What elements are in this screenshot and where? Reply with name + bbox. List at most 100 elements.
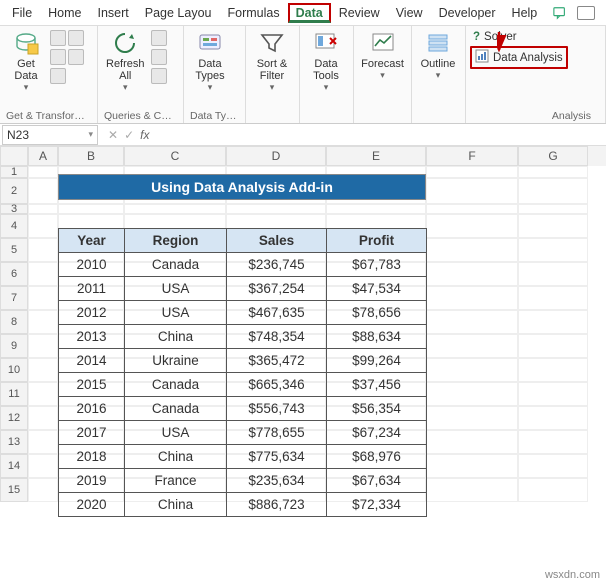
cell[interactable] bbox=[426, 430, 518, 454]
solver-button[interactable]: ? Solver bbox=[470, 30, 520, 44]
table-cell[interactable]: China bbox=[125, 493, 227, 517]
cell[interactable] bbox=[28, 406, 58, 430]
table-cell[interactable]: $78,656 bbox=[327, 301, 427, 325]
table-cell[interactable]: $99,264 bbox=[327, 349, 427, 373]
cell[interactable] bbox=[426, 310, 518, 334]
cell[interactable] bbox=[518, 454, 588, 478]
cell[interactable] bbox=[518, 166, 588, 178]
cell[interactable] bbox=[28, 166, 58, 178]
cell[interactable] bbox=[426, 204, 518, 214]
table-cell[interactable]: 2019 bbox=[59, 469, 125, 493]
table-cell[interactable]: 2013 bbox=[59, 325, 125, 349]
row-header[interactable]: 2 bbox=[0, 178, 28, 204]
row-header[interactable]: 12 bbox=[0, 406, 28, 430]
row-header[interactable]: 6 bbox=[0, 262, 28, 286]
tab-review[interactable]: Review bbox=[331, 3, 388, 23]
table-cell[interactable]: Ukraine bbox=[125, 349, 227, 373]
cell[interactable] bbox=[518, 358, 588, 382]
table-cell[interactable]: $47,534 bbox=[327, 277, 427, 301]
tab-data[interactable]: Data bbox=[288, 3, 331, 23]
cell[interactable] bbox=[28, 262, 58, 286]
cell[interactable] bbox=[426, 382, 518, 406]
cell[interactable] bbox=[28, 238, 58, 262]
table-cell[interactable]: 2020 bbox=[59, 493, 125, 517]
cell[interactable] bbox=[518, 286, 588, 310]
cell[interactable] bbox=[28, 430, 58, 454]
table-cell[interactable]: $665,346 bbox=[227, 373, 327, 397]
table-cell[interactable]: $775,634 bbox=[227, 445, 327, 469]
row-header[interactable]: 8 bbox=[0, 310, 28, 334]
table-cell[interactable]: $68,976 bbox=[327, 445, 427, 469]
cell[interactable] bbox=[426, 334, 518, 358]
comments-icon[interactable] bbox=[549, 2, 571, 24]
tab-insert[interactable]: Insert bbox=[90, 3, 137, 23]
confirm-icon[interactable]: ✓ bbox=[124, 128, 134, 142]
tab-help[interactable]: Help bbox=[504, 3, 546, 23]
cell[interactable] bbox=[28, 204, 58, 214]
cell[interactable] bbox=[518, 310, 588, 334]
cell[interactable] bbox=[518, 382, 588, 406]
cell[interactable] bbox=[518, 178, 588, 204]
cell[interactable] bbox=[28, 358, 58, 382]
table-cell[interactable]: $748,354 bbox=[227, 325, 327, 349]
table-cell[interactable]: USA bbox=[125, 421, 227, 445]
table-cell[interactable]: China bbox=[125, 445, 227, 469]
cell[interactable] bbox=[518, 262, 588, 286]
table-cell[interactable]: 2012 bbox=[59, 301, 125, 325]
col-header[interactable]: A bbox=[28, 146, 58, 166]
cell[interactable] bbox=[518, 238, 588, 262]
table-cell[interactable]: Canada bbox=[125, 253, 227, 277]
table-cell[interactable]: Canada bbox=[125, 397, 227, 421]
cell[interactable] bbox=[28, 334, 58, 358]
cell[interactable] bbox=[518, 334, 588, 358]
table-cell[interactable]: 2015 bbox=[59, 373, 125, 397]
row-header[interactable]: 10 bbox=[0, 358, 28, 382]
cell[interactable] bbox=[28, 214, 58, 238]
tab-file[interactable]: File bbox=[4, 3, 40, 23]
get-data-button[interactable]: Get Data ▾ bbox=[4, 28, 48, 95]
data-types-button[interactable]: Data Types ▾ bbox=[188, 28, 232, 95]
cell[interactable] bbox=[28, 454, 58, 478]
cell[interactable] bbox=[28, 286, 58, 310]
table-cell[interactable]: 2011 bbox=[59, 277, 125, 301]
table-cell[interactable]: USA bbox=[125, 301, 227, 325]
select-all-corner[interactable] bbox=[0, 146, 28, 166]
table-cell[interactable]: $236,745 bbox=[227, 253, 327, 277]
table-cell[interactable]: $367,254 bbox=[227, 277, 327, 301]
table-cell[interactable]: Canada bbox=[125, 373, 227, 397]
table-cell[interactable]: China bbox=[125, 325, 227, 349]
row-header[interactable]: 7 bbox=[0, 286, 28, 310]
table-cell[interactable]: $235,634 bbox=[227, 469, 327, 493]
tab-page-layout[interactable]: Page Layou bbox=[137, 3, 220, 23]
cell[interactable] bbox=[28, 178, 58, 204]
table-cell[interactable]: 2017 bbox=[59, 421, 125, 445]
get-transform-mini-icons[interactable] bbox=[50, 28, 66, 86]
table-cell[interactable]: France bbox=[125, 469, 227, 493]
sort-filter-button[interactable]: Sort & Filter ▾ bbox=[250, 28, 294, 95]
table-cell[interactable]: $67,634 bbox=[327, 469, 427, 493]
queries-mini-icons[interactable] bbox=[151, 28, 167, 86]
data-tools-button[interactable]: Data Tools ▾ bbox=[304, 28, 348, 95]
row-header[interactable]: 13 bbox=[0, 430, 28, 454]
table-cell[interactable]: $56,354 bbox=[327, 397, 427, 421]
name-box[interactable]: N23 ▾ bbox=[2, 125, 98, 145]
row-header[interactable]: 15 bbox=[0, 478, 28, 502]
table-cell[interactable]: $67,783 bbox=[327, 253, 427, 277]
cell[interactable] bbox=[426, 478, 518, 502]
tab-view[interactable]: View bbox=[388, 3, 431, 23]
row-header[interactable]: 1 bbox=[0, 166, 28, 178]
formula-input[interactable] bbox=[157, 125, 606, 145]
table-cell[interactable]: $886,723 bbox=[227, 493, 327, 517]
table-cell[interactable]: $778,655 bbox=[227, 421, 327, 445]
row-header[interactable]: 4 bbox=[0, 214, 28, 238]
cell[interactable] bbox=[426, 358, 518, 382]
forecast-button[interactable]: Forecast ▾ bbox=[358, 28, 407, 83]
table-cell[interactable]: $37,456 bbox=[327, 373, 427, 397]
table-cell[interactable]: USA bbox=[125, 277, 227, 301]
table-cell[interactable]: 2016 bbox=[59, 397, 125, 421]
get-transform-mini-icons-2[interactable] bbox=[68, 28, 84, 67]
table-cell[interactable]: $67,234 bbox=[327, 421, 427, 445]
col-header[interactable]: E bbox=[326, 146, 426, 166]
table-cell[interactable]: $88,634 bbox=[327, 325, 427, 349]
cell[interactable] bbox=[518, 478, 588, 502]
